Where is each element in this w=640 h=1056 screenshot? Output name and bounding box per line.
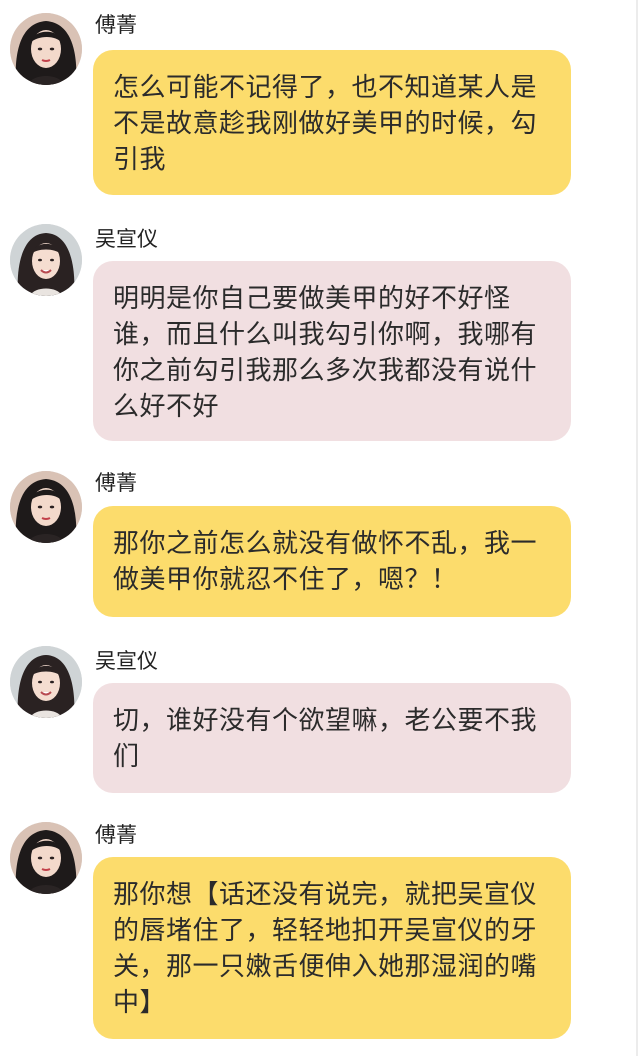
avatar-wu-xuanyi[interactable] — [10, 646, 82, 718]
message-bubble[interactable]: 明明是你自己要做美甲的好不好怪谁，而且什么叫我勾引你啊，我哪有你之前勾引我那么多… — [93, 261, 571, 441]
avatar-fu-jing[interactable] — [10, 13, 82, 85]
chat-thread[interactable]: 傅菁 怎么可能不记得了，也不知道某人是不是故意趁我刚做好美甲的时候，勾引我 吴宣… — [0, 0, 640, 1056]
sender-name: 傅菁 — [95, 471, 137, 495]
message-bubble[interactable]: 怎么可能不记得了，也不知道某人是不是故意趁我刚做好美甲的时候，勾引我 — [93, 50, 571, 195]
message-bubble[interactable]: 那你之前怎么就没有做怀不乱，我一做美甲你就忍不住了，嗯？！ — [93, 506, 571, 617]
scrollbar[interactable] — [636, 0, 638, 1056]
sender-name: 傅菁 — [95, 13, 137, 37]
avatar-fu-jing[interactable] — [10, 822, 82, 894]
sender-name: 傅菁 — [95, 823, 137, 847]
avatar-wu-xuanyi[interactable] — [10, 224, 82, 296]
avatar-fu-jing[interactable] — [10, 471, 82, 543]
sender-name: 吴宣仪 — [95, 227, 158, 251]
message-bubble[interactable]: 切，谁好没有个欲望嘛，老公要不我们 — [93, 683, 571, 793]
sender-name: 吴宣仪 — [95, 649, 158, 673]
message-bubble[interactable]: 那你想【话还没有说完，就把吴宣仪的唇堵住了，轻轻地扣开吴宣仪的牙关，那一只嫩舌便… — [93, 857, 571, 1039]
